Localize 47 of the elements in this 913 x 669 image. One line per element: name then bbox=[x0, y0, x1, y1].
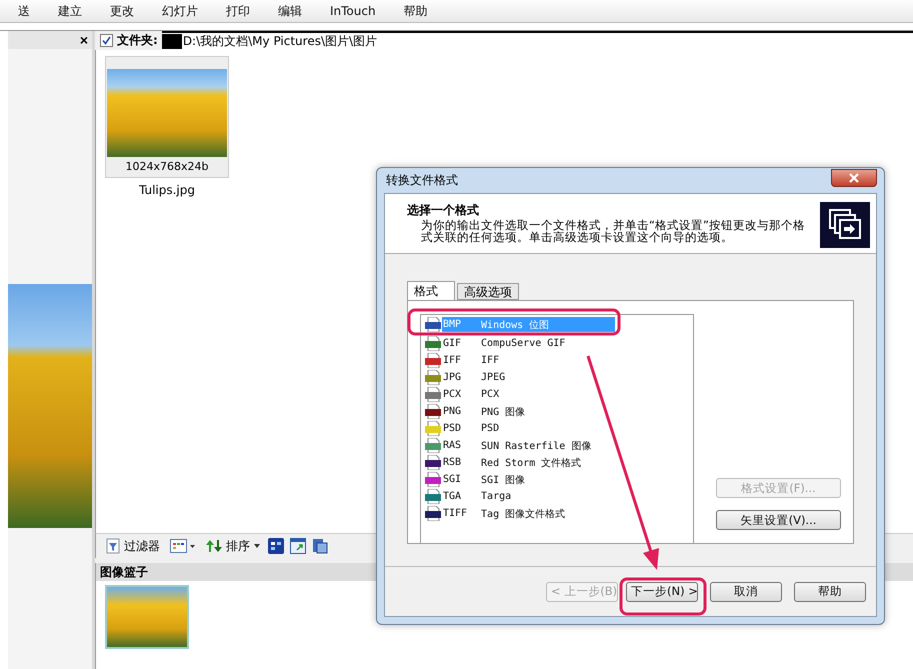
format-item[interactable]: GIF CompuServe GIF bbox=[442, 336, 615, 351]
tab[interactable]: 高级选项 bbox=[457, 283, 519, 300]
folder-label: 文件夹: bbox=[117, 32, 158, 49]
format-item[interactable]: SGI SGI 图像 bbox=[442, 472, 615, 487]
toolbar-button[interactable]: 更改 bbox=[96, 2, 148, 22]
format-item[interactable]: RSB Red Storm 文件格式 bbox=[442, 455, 615, 470]
filter-button[interactable]: 过滤器 bbox=[104, 538, 162, 554]
sort-icon bbox=[206, 539, 222, 553]
format-item[interactable]: TGA Targa bbox=[442, 489, 615, 504]
tab[interactable]: 格式 bbox=[407, 281, 455, 300]
grid-icon[interactable] bbox=[268, 538, 284, 554]
document-icon[interactable] bbox=[312, 538, 328, 554]
format-item[interactable]: PCX PCX bbox=[442, 387, 615, 402]
wizard-button[interactable]: 取消 bbox=[710, 582, 782, 602]
wizard-heading: 选择一个格式 bbox=[407, 202, 480, 219]
image-info: 1024x768x24b bbox=[126, 160, 208, 173]
close-button[interactable]: × bbox=[78, 33, 90, 47]
format-item[interactable]: RAS SUN Rasterfile 图像 bbox=[442, 438, 615, 453]
convert-icon bbox=[820, 202, 870, 248]
close-button[interactable] bbox=[831, 168, 877, 186]
file-name: Tulips.jpg bbox=[138, 183, 196, 197]
toolbar-button[interactable]: 幻灯片 bbox=[148, 2, 212, 22]
wizard-description: 为你的输出文件选取一个文件格式，并单击“格式设置”按钮更改与那个格式关联的任何选项。单击高级选项卡设置这个向导的选项。 bbox=[420, 219, 806, 243]
toolbar-button[interactable]: 送 bbox=[4, 2, 44, 22]
window-icon[interactable] bbox=[290, 538, 306, 554]
settings-button[interactable]: 矢里设置(V)... bbox=[716, 510, 841, 530]
toolbar-button[interactable]: InTouch bbox=[316, 2, 390, 22]
filter-icon bbox=[106, 538, 120, 554]
view-menu-button[interactable] bbox=[168, 539, 198, 553]
format-item[interactable]: IFF IFF bbox=[442, 353, 615, 368]
toolbar-button[interactable]: 帮助 bbox=[390, 2, 442, 22]
thumbnail-card[interactable]: 1024x768x24b bbox=[105, 56, 229, 178]
caret-icon bbox=[254, 544, 260, 548]
format-item[interactable]: JPG JPEG bbox=[442, 370, 615, 385]
toolbar-button[interactable]: 打印 bbox=[212, 2, 264, 22]
path-field[interactable]: D:\我的文档\My Pictures\图片\图片 bbox=[162, 31, 913, 50]
close-icon bbox=[849, 172, 859, 182]
sort-button[interactable]: 排序 bbox=[204, 538, 262, 554]
format-item[interactable]: PSD PSD bbox=[442, 421, 615, 436]
toolbar-button[interactable]: 建立 bbox=[44, 2, 96, 22]
wizard-button[interactable]: 帮助 bbox=[794, 582, 866, 602]
toolbar-button[interactable]: 编辑 bbox=[264, 2, 316, 22]
wizard-button[interactable]: 下一步(N) > bbox=[626, 582, 698, 602]
format-item[interactable]: PNG PNG 图像 bbox=[442, 404, 615, 419]
dialog-title: 转换文件格式 bbox=[385, 172, 458, 189]
format-item[interactable]: TIFF Tag 图像文件格式 bbox=[442, 506, 615, 521]
folder-checkbox[interactable] bbox=[100, 34, 113, 47]
